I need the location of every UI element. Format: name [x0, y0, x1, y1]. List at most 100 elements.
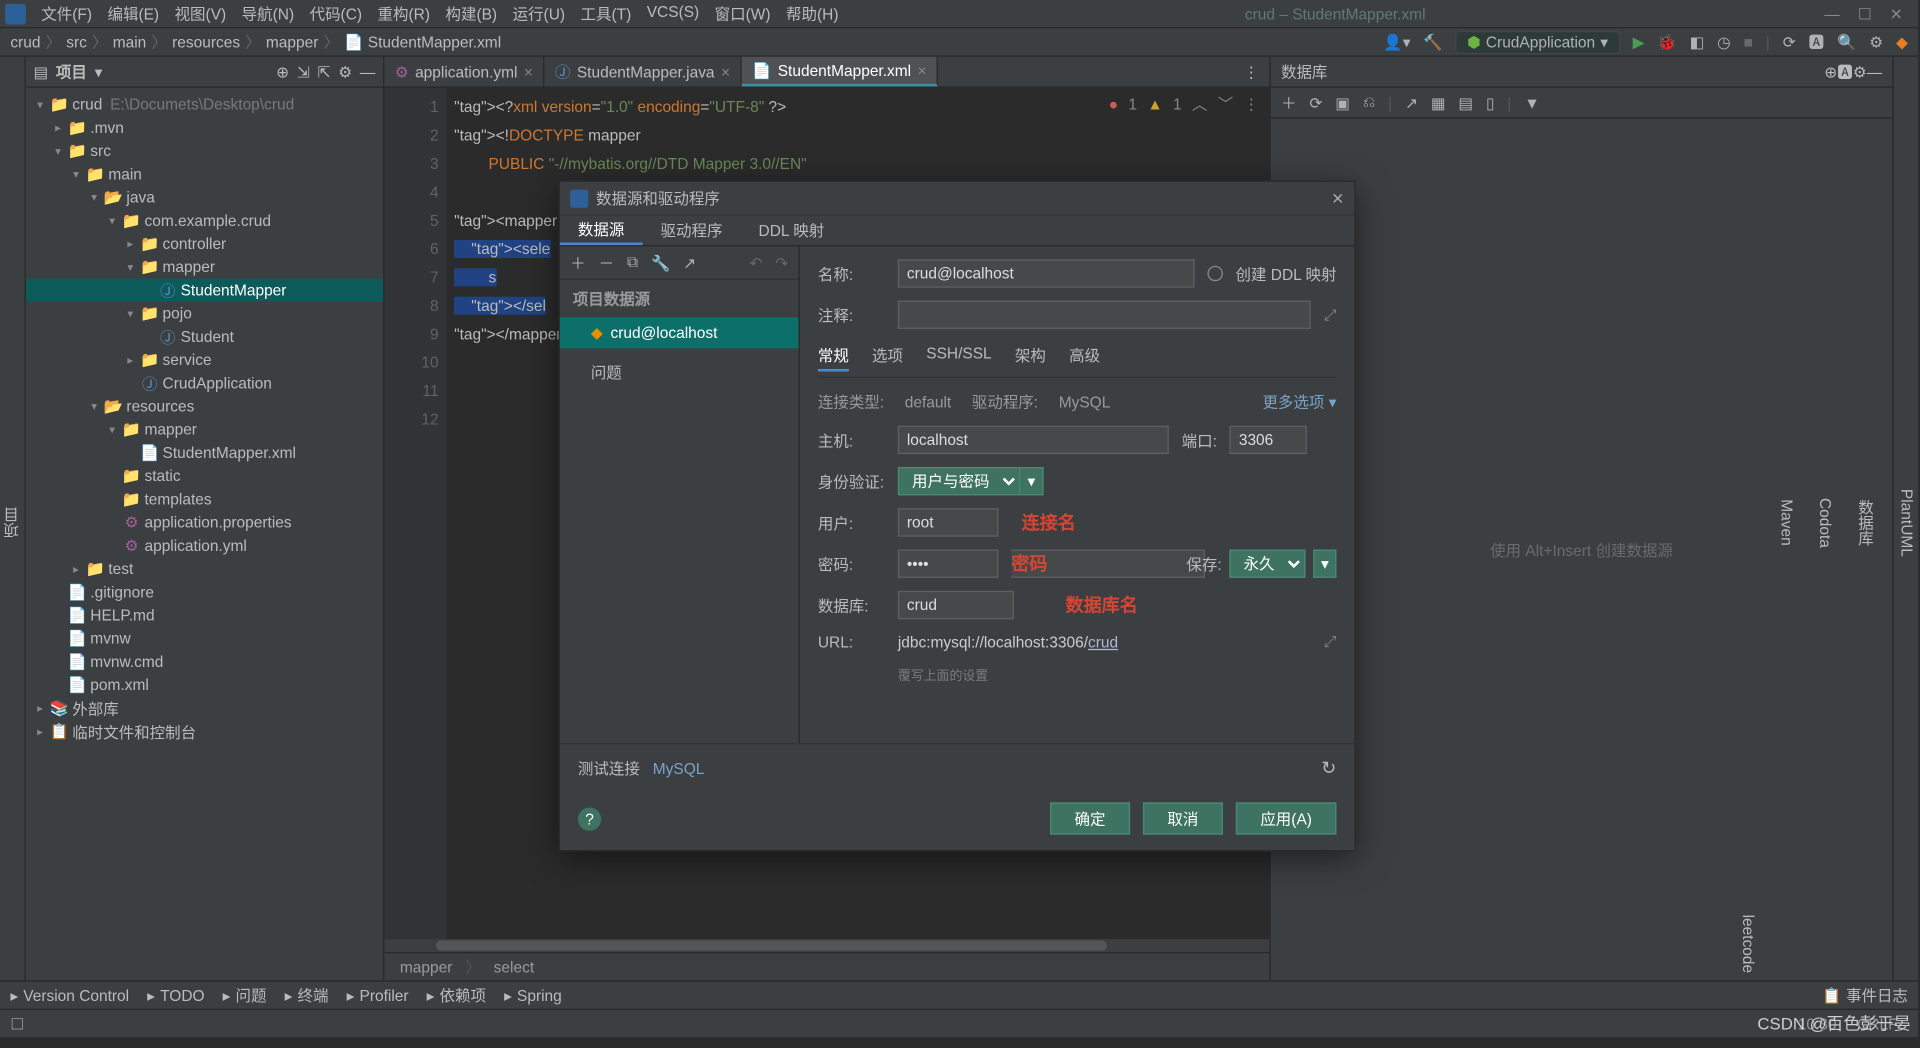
right-tab-maven[interactable]: Maven	[1775, 491, 1798, 553]
menu-item[interactable]: 帮助(H)	[778, 3, 846, 25]
bottom-tab[interactable]: ▸Version Control	[10, 986, 129, 1004]
remove-icon[interactable]: －	[599, 252, 615, 274]
event-log-tab[interactable]: 📋 事件日志	[1822, 984, 1908, 1006]
run-config-selector[interactable]: ⬢ CrudApplication ▾	[1456, 30, 1620, 53]
menu-item[interactable]: 重构(R)	[370, 3, 438, 25]
project-tool-tab[interactable]: 项目	[0, 499, 25, 545]
git-update-icon[interactable]: ⟳	[1783, 33, 1796, 51]
undo-icon[interactable]: ↶	[749, 253, 762, 271]
debug-icon[interactable]: 🐞	[1657, 33, 1676, 51]
crumb-item[interactable]: select	[494, 958, 534, 976]
project-tree[interactable]: ▾📁crudE:\Documets\Desktop\crud▸📁.mvn▾📁sr…	[26, 88, 383, 981]
goto-icon[interactable]: ↗	[683, 253, 696, 271]
dialog-tab[interactable]: 驱动程序	[642, 215, 740, 245]
editor-scrollbar[interactable]	[384, 939, 1269, 952]
close-tab-icon[interactable]: ×	[721, 63, 730, 81]
bottom-tab[interactable]: ▸Profiler	[347, 986, 409, 1004]
sub-tab[interactable]: 架构	[1015, 342, 1046, 372]
save-select[interactable]: 永久	[1229, 550, 1305, 578]
problems-section[interactable]: 问题	[560, 348, 799, 396]
tree-row[interactable]: ⚙application.yml	[26, 534, 383, 557]
stop-icon[interactable]: ▣	[1335, 94, 1350, 112]
right-tab-plantuml[interactable]: PlantUML	[1895, 481, 1918, 564]
wrench-icon[interactable]: 🔧	[651, 253, 670, 271]
host-input[interactable]	[898, 426, 1169, 454]
run-icon[interactable]: ▶	[1633, 33, 1645, 51]
console-icon[interactable]: ▤	[1458, 94, 1473, 112]
tree-row[interactable]: ▸📋临时文件和控制台	[26, 720, 383, 743]
revert-icon[interactable]: ↻	[1321, 757, 1336, 779]
tree-row[interactable]: 📄mvnw.cmd	[26, 650, 383, 673]
right-tab-leetcode[interactable]: leetcode	[1736, 906, 1759, 980]
user-icon[interactable]: 👤▾	[1383, 33, 1410, 51]
sub-tab[interactable]: SSH/SSL	[926, 342, 991, 372]
more-icon[interactable]: ⋮	[1244, 95, 1259, 113]
tree-row[interactable]: 📄StudentMapper.xml	[26, 441, 383, 464]
breadcrumb-item[interactable]: resources	[172, 33, 240, 51]
tree-row[interactable]: 📁templates	[26, 488, 383, 511]
bottom-tab[interactable]: ▸问题	[223, 984, 267, 1006]
tree-row[interactable]: 📄HELP.md	[26, 604, 383, 627]
diagram-icon[interactable]: ▦	[1431, 94, 1446, 112]
sub-tab[interactable]: 选项	[872, 342, 903, 372]
tree-row[interactable]: ▸📁test	[26, 557, 383, 580]
menu-item[interactable]: 编辑(E)	[100, 3, 167, 25]
copy-icon[interactable]: ⧉	[627, 253, 638, 272]
more-options-link[interactable]: 更多选项 ▾	[1262, 391, 1336, 413]
inspection-widget[interactable]: ●1 ▲1 ︿ ﹀ ⋮	[1109, 93, 1259, 115]
right-tab-codota[interactable]: Codota	[1814, 490, 1837, 555]
sub-tab[interactable]: 常规	[818, 342, 849, 372]
name-input[interactable]	[898, 259, 1194, 287]
apply-button[interactable]: 应用(A)	[1236, 802, 1337, 834]
editor-tab[interactable]: 📄StudentMapper.xml×	[742, 57, 939, 87]
tree-row[interactable]: ▾📁pojo	[26, 302, 383, 325]
crumb-item[interactable]: mapper	[400, 958, 452, 976]
coverage-icon[interactable]: ◧	[1690, 33, 1705, 51]
tree-row[interactable]: ▾📂java	[26, 186, 383, 209]
password-input[interactable]	[898, 550, 999, 578]
settings-icon[interactable]: ⚙	[1869, 33, 1883, 51]
database-input[interactable]	[898, 591, 1014, 619]
close-tab-icon[interactable]: ×	[524, 63, 533, 81]
expand-icon[interactable]: ⤢	[1324, 632, 1336, 651]
auth-select[interactable]: 用户与密码	[898, 467, 1021, 495]
comment-input[interactable]	[898, 301, 1311, 329]
refresh-icon[interactable]: ⟳	[1309, 94, 1322, 112]
user-input[interactable]	[898, 508, 999, 536]
chevron-down-icon[interactable]: ▾	[95, 63, 103, 81]
tree-row[interactable]: 📁static	[26, 464, 383, 487]
close-icon[interactable]: ✕	[1890, 5, 1903, 23]
tree-row[interactable]: ▾📁mapper	[26, 418, 383, 441]
breadcrumb-item[interactable]: crud	[10, 33, 40, 51]
tree-row[interactable]: ▾📁src	[26, 139, 383, 162]
datasource-item[interactable]: ◆ crud@localhost	[560, 317, 799, 348]
help-icon[interactable]: ?	[578, 807, 601, 830]
breadcrumb-item[interactable]: mapper	[266, 33, 318, 51]
menu-item[interactable]: 代码(C)	[302, 3, 370, 25]
tree-row[interactable]: ▾📁com.example.crud	[26, 209, 383, 232]
editor-tab[interactable]: ⒿStudentMapper.java×	[545, 57, 742, 87]
tree-row[interactable]: ▸📚外部库	[26, 697, 383, 720]
bottom-tab[interactable]: ▸终端	[285, 984, 329, 1006]
menu-item[interactable]: 窗口(W)	[707, 3, 778, 25]
editor-tab[interactable]: ⚙application.yml×	[384, 57, 544, 87]
tree-row[interactable]: 📄pom.xml	[26, 673, 383, 696]
menu-item[interactable]: 视图(V)	[167, 3, 234, 25]
tree-row[interactable]: ⒿStudentMapper	[26, 279, 383, 302]
cancel-button[interactable]: 取消	[1143, 802, 1223, 834]
hide-icon[interactable]: —	[1867, 63, 1882, 81]
test-connection-link[interactable]: 测试连接	[578, 757, 640, 779]
breadcrumb-item[interactable]: src	[66, 33, 87, 51]
dialog-tab[interactable]: DDL 映射	[741, 215, 843, 245]
breadcrumb-item[interactable]: 📄 StudentMapper.xml	[344, 33, 501, 51]
tabs-more-icon[interactable]: ⋮	[1233, 57, 1269, 87]
tree-row[interactable]: ▸📁service	[26, 348, 383, 371]
tree-row[interactable]: ▾📁main	[26, 163, 383, 186]
target-icon[interactable]: ⊕	[1824, 63, 1837, 81]
sub-tab[interactable]: 高级	[1069, 342, 1100, 372]
status-icon[interactable]: ☐	[10, 1015, 24, 1033]
dialog-close-icon[interactable]: ✕	[1331, 189, 1344, 207]
right-tab-数据库[interactable]: 数据库	[1852, 491, 1879, 553]
tree-row[interactable]: 📄mvnw	[26, 627, 383, 650]
port-input[interactable]	[1230, 426, 1307, 454]
